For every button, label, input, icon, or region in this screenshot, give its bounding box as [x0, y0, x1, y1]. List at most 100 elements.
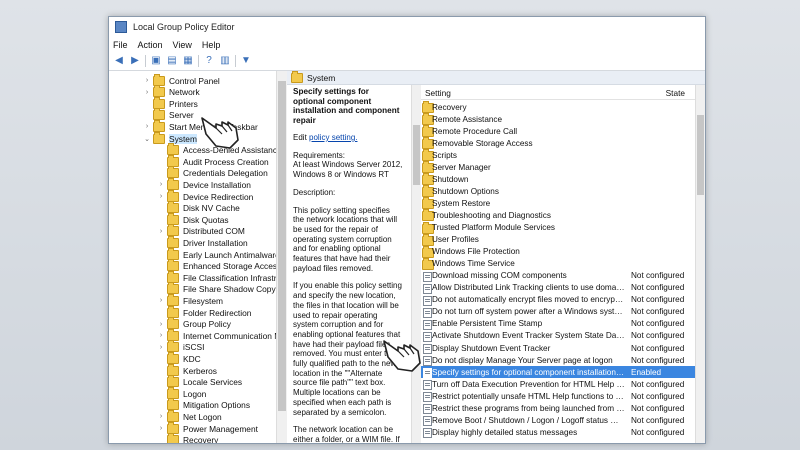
policy-row[interactable]: Restrict potentially unsafe HTML Help fu…: [421, 390, 695, 403]
tree-item[interactable]: › Network: [143, 85, 200, 98]
tree-item[interactable]: KDC: [157, 351, 201, 364]
tree-expander-icon[interactable]: ›: [157, 193, 165, 200]
menu-action[interactable]: Action: [138, 40, 163, 50]
policy-row[interactable]: Activate Shutdown Event Tracker System S…: [421, 330, 695, 342]
policy-setting-icon: [423, 319, 432, 330]
setting-state: Not configured: [631, 319, 685, 329]
tree-expander-icon[interactable]: ›: [157, 228, 165, 235]
list-folder-row[interactable]: Windows File Protection: [421, 245, 695, 258]
menu-view[interactable]: View: [173, 40, 192, 50]
tree-expander-icon[interactable]: ›: [157, 425, 165, 432]
export-list-icon[interactable]: ▦: [182, 55, 194, 67]
list-folder-row[interactable]: Shutdown Options: [421, 185, 695, 198]
tree-item[interactable]: › Internet Communication M: [157, 328, 276, 341]
setting-name: Display Shutdown Event Tracker: [432, 343, 551, 353]
tree-expander-icon[interactable]: ›: [157, 181, 165, 188]
list-folder-row[interactable]: Remote Assistance: [421, 113, 695, 126]
folder-up-icon[interactable]: ▣: [150, 55, 162, 67]
tree-item-label: Internet Communication M: [183, 330, 276, 341]
tree-expander-icon[interactable]: ›: [157, 344, 165, 351]
list-folder-row[interactable]: Troubleshooting and Diagnostics: [421, 209, 695, 222]
list-folder-row[interactable]: System Restore: [421, 197, 695, 210]
tree-expander-icon[interactable]: ›: [157, 321, 165, 328]
policy-row[interactable]: Display highly detailed status messages N…: [421, 426, 695, 439]
folder-icon: [167, 351, 179, 364]
column-setting[interactable]: Setting: [425, 88, 451, 98]
tree-item[interactable]: Enhanced Storage Access: [157, 259, 276, 272]
folder-icon: [167, 235, 179, 248]
policy-row[interactable]: Restrict these programs from being launc…: [421, 402, 695, 415]
list-folder-row[interactable]: Server Manager: [421, 161, 695, 174]
window-title: Local Group Policy Editor: [133, 22, 235, 32]
folder-icon: [167, 328, 179, 341]
column-state[interactable]: State: [666, 88, 685, 98]
list-folder-row[interactable]: Scripts: [421, 149, 695, 162]
pane-header-title: System: [307, 72, 336, 83]
list-folder-row[interactable]: Shutdown: [421, 173, 695, 186]
tree-expander-icon[interactable]: ›: [157, 297, 165, 304]
tree-expander-icon[interactable]: ›: [143, 77, 151, 84]
tree-item[interactable]: › Start Menu and Taskbar: [143, 119, 258, 132]
tree-item[interactable]: › Net Logon: [157, 409, 222, 422]
folder-icon: [167, 177, 179, 190]
tree-expander-icon[interactable]: ›: [157, 332, 165, 339]
policy-row[interactable]: Allow Distributed Link Tracking clients …: [421, 282, 695, 294]
folder-icon: [167, 224, 179, 237]
policy-row[interactable]: Download missing COM components Not confi…: [421, 270, 695, 282]
list-scrollbar[interactable]: [695, 85, 705, 443]
policy-setting-icon: [423, 344, 432, 354]
tree-item[interactable]: Server: [143, 108, 194, 121]
policy-row[interactable]: Enable Persistent Time Stamp Not configur…: [421, 318, 695, 330]
tree-item[interactable]: Printers: [143, 96, 198, 109]
menu-file[interactable]: File: [113, 40, 128, 50]
policy-row[interactable]: Do not automatically encrypt files moved…: [421, 294, 695, 306]
tree-scrollbar[interactable]: [276, 71, 287, 443]
tree-item[interactable]: File Share Shadow Copy Pr: [157, 282, 276, 295]
properties-icon[interactable]: ▥: [219, 55, 231, 67]
setting-state: Not configured: [631, 331, 685, 341]
setting-state: Enabled: [631, 367, 662, 377]
folder-icon: [153, 119, 165, 132]
tree-item[interactable]: Recovery: [157, 433, 218, 443]
edit-policy-link[interactable]: policy setting.: [309, 133, 357, 142]
details-pane: System Specify settings for optional com…: [287, 70, 705, 443]
list-folder-row[interactable]: User Profiles: [421, 233, 695, 246]
policy-row[interactable]: Turn off Data Execution Prevention for H…: [421, 378, 695, 391]
policy-row[interactable]: Do not display Manage Your Server page a…: [421, 354, 695, 367]
forward-arrow-icon[interactable]: ▶: [129, 55, 141, 67]
back-arrow-icon[interactable]: ◀: [113, 55, 125, 67]
tree-item[interactable]: › iSCSI: [157, 340, 204, 353]
tree-item[interactable]: › Filesystem: [157, 293, 223, 306]
tree-expander-icon[interactable]: ›: [157, 413, 165, 420]
policy-row[interactable]: Remove Boot / Shutdown / Logon / Logoff …: [421, 414, 695, 427]
show-hide-tree-icon[interactable]: ▤: [166, 55, 178, 67]
policy-setting-icon: [423, 368, 432, 379]
settings-list: Setting State Recovery Remote Assistance R…: [421, 85, 695, 443]
list-folder-row[interactable]: Remote Procedure Call: [421, 125, 695, 138]
toolbar-separator: [235, 55, 236, 67]
list-folder-row[interactable]: Windows Time Service: [421, 257, 695, 270]
description-scrollbar[interactable]: [411, 85, 421, 443]
requirements-text: Requirements: At least Windows Server 20…: [293, 150, 403, 180]
list-folder-row[interactable]: Removable Storage Access: [421, 137, 695, 150]
tree-item[interactable]: Logon: [157, 386, 206, 399]
list-folder-row[interactable]: Recovery: [421, 101, 695, 113]
policy-row[interactable]: Specify settings for optional component …: [421, 366, 695, 379]
description-scroll-thumb[interactable]: [413, 125, 420, 185]
tree-item[interactable]: Early Launch Antimalware: [157, 247, 276, 260]
list-scroll-thumb[interactable]: [697, 115, 704, 195]
list-folder-row[interactable]: Trusted Platform Module Services: [421, 221, 695, 234]
tree-item[interactable]: File Classification Infrastru: [157, 270, 276, 283]
tree-item[interactable]: Kerberos: [157, 363, 217, 376]
tree-expander-icon[interactable]: ⌄: [143, 135, 151, 143]
setting-name: Windows File Protection: [432, 247, 520, 257]
policy-row[interactable]: Do not turn off system power after a Win…: [421, 306, 695, 318]
policy-row[interactable]: Display Shutdown Event Tracker Not config…: [421, 342, 695, 354]
tree-expander-icon[interactable]: ›: [143, 123, 151, 130]
tree-item[interactable]: Access-Denied Assistance: [157, 143, 276, 156]
tree-expander-icon[interactable]: ›: [143, 89, 151, 96]
help-icon[interactable]: ?: [203, 55, 215, 67]
tree-scroll-thumb[interactable]: [278, 81, 286, 411]
menu-help[interactable]: Help: [202, 40, 221, 50]
filter-icon[interactable]: ▼: [240, 55, 252, 67]
